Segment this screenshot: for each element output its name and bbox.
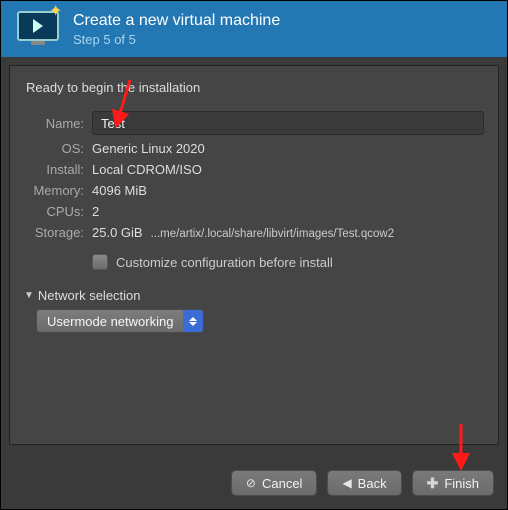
storage-value: 25.0 GiB <box>92 225 143 240</box>
install-label: Install: <box>24 162 84 177</box>
ready-label: Ready to begin the installation <box>26 80 484 95</box>
network-section-toggle[interactable]: ▼ Network selection <box>24 288 484 303</box>
vm-icon: ✦ <box>17 11 59 47</box>
name-label: Name: <box>24 116 84 131</box>
install-value: Local CDROM/ISO <box>92 162 484 177</box>
customize-checkbox[interactable] <box>92 254 108 270</box>
wizard-step: Step 5 of 5 <box>73 32 280 47</box>
finish-button[interactable]: ✚ Finish <box>412 470 494 496</box>
cpus-label: CPUs: <box>24 204 84 219</box>
network-select-value: Usermode networking <box>37 314 183 329</box>
finish-label: Finish <box>444 476 479 491</box>
cancel-label: Cancel <box>262 476 302 491</box>
cpus-value: 2 <box>92 204 484 219</box>
select-arrows-icon <box>183 309 203 333</box>
finish-icon: ✚ <box>427 475 439 492</box>
os-value: Generic Linux 2020 <box>92 141 484 156</box>
cancel-icon: ⊘ <box>246 476 256 490</box>
memory-value: 4096 MiB <box>92 183 484 198</box>
os-label: OS: <box>24 141 84 156</box>
customize-label: Customize configuration before install <box>116 255 333 270</box>
cancel-button[interactable]: ⊘ Cancel <box>231 470 318 496</box>
back-label: Back <box>358 476 387 491</box>
storage-path: ...me/artix/.local/share/libvirt/images/… <box>151 228 395 240</box>
back-icon: ◀ <box>342 476 351 490</box>
wizard-header: ✦ Create a new virtual machine Step 5 of… <box>1 1 507 57</box>
name-input[interactable] <box>92 111 484 135</box>
network-section-label: Network selection <box>38 288 141 303</box>
wizard-title: Create a new virtual machine <box>73 12 280 30</box>
chevron-down-icon: ▼ <box>24 290 34 301</box>
back-button[interactable]: ◀ Back <box>327 470 401 496</box>
network-select[interactable]: Usermode networking <box>36 309 204 333</box>
memory-label: Memory: <box>24 183 84 198</box>
wizard-content: Ready to begin the installation Name: OS… <box>9 65 499 445</box>
storage-label: Storage: <box>24 225 84 240</box>
